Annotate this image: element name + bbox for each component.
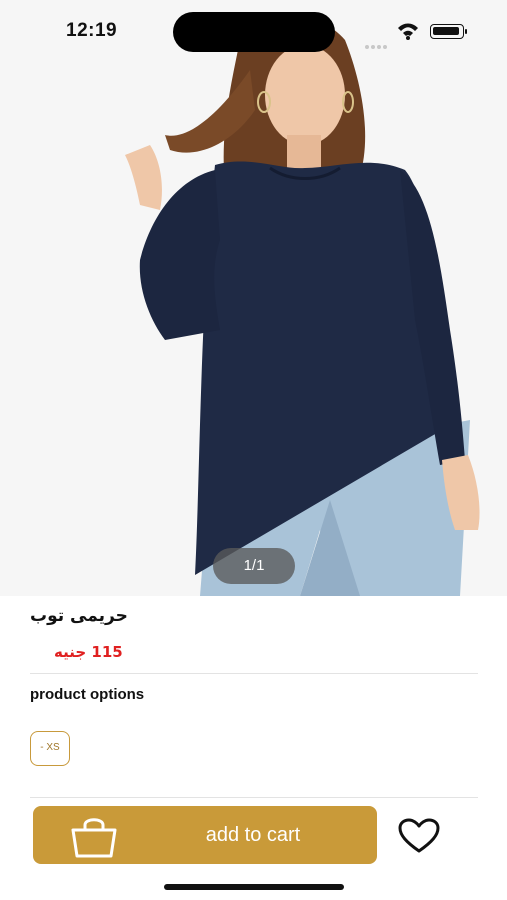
size-option-xs[interactable]: - XS (30, 731, 70, 766)
shopping-bag-icon (71, 818, 117, 858)
divider (30, 797, 478, 798)
signal-icon (365, 34, 389, 49)
product-image[interactable]: 1/1 (0, 0, 507, 596)
wifi-icon (398, 23, 418, 40)
options-heading: product options (30, 686, 145, 703)
product-title: حريمى توب (30, 606, 128, 626)
add-to-cart-button[interactable]: add to cart (33, 806, 377, 864)
image-counter: 1/1 (213, 548, 295, 584)
add-to-cart-label: add to cart (205, 824, 301, 846)
battery-icon (430, 24, 467, 39)
status-bar: 12:19 (0, 0, 507, 62)
dynamic-island (173, 12, 335, 52)
product-photo (125, 17, 480, 596)
favorite-button[interactable] (384, 806, 476, 864)
divider (30, 673, 478, 674)
heart-outline-icon (398, 818, 440, 853)
product-price: 115 جنيه (54, 643, 123, 661)
status-time: 12:19 (66, 20, 118, 41)
home-indicator (164, 884, 344, 890)
